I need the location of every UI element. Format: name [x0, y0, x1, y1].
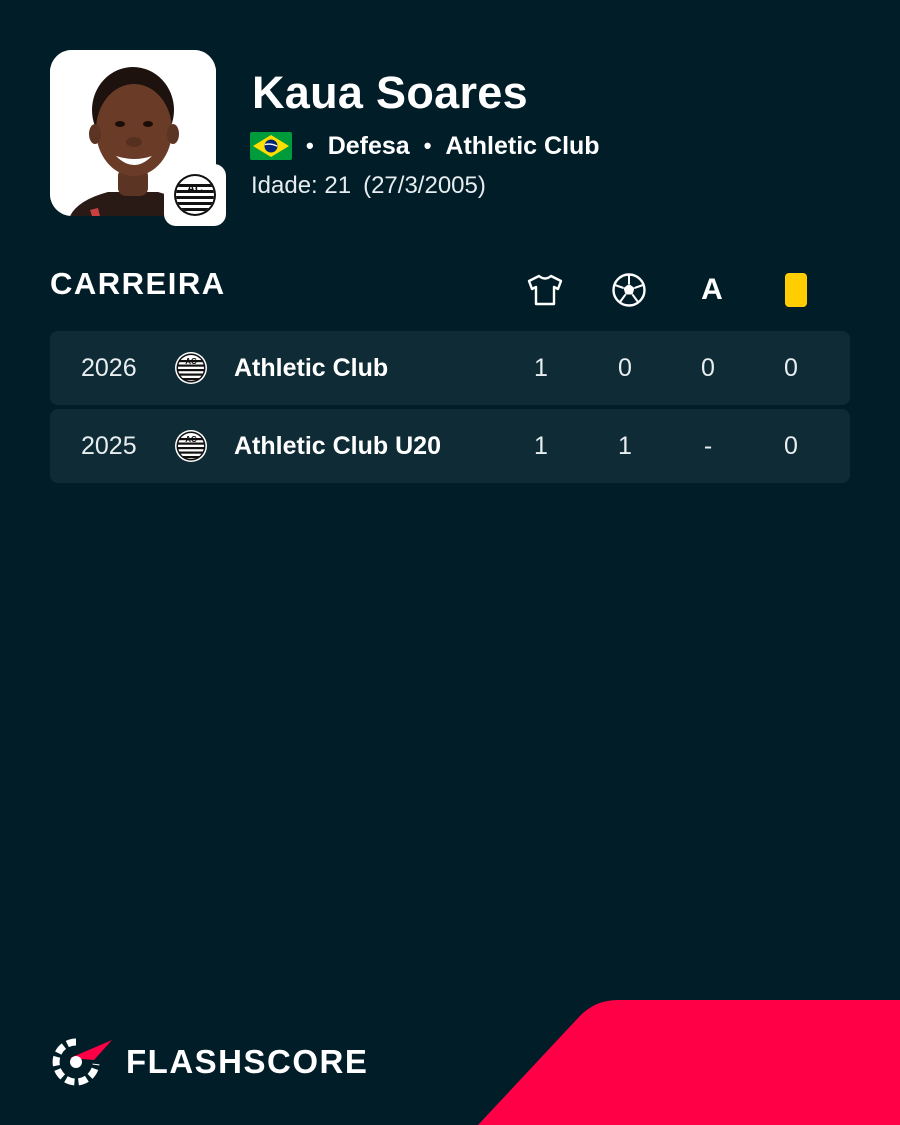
separator-dot: • [423, 133, 432, 158]
separator-dot: • [306, 133, 314, 158]
athletic-club-logo-icon: AC [175, 430, 207, 462]
column-goals [607, 268, 651, 312]
flashscore-logo-icon [52, 1038, 112, 1086]
column-yellow-cards [774, 268, 818, 312]
row-goals: 0 [618, 354, 632, 382]
accent-shape [478, 1000, 900, 1125]
row-year: 2025 [81, 432, 137, 460]
row-assists: - [703, 432, 713, 460]
club-badge: AC [164, 164, 226, 226]
column-assists: A [701, 273, 723, 306]
row-yellow-cards: 0 [784, 432, 798, 460]
player-meta: • Defesa • Athletic Club [250, 128, 600, 164]
column-appearances [523, 268, 567, 312]
player-position: Defesa [327, 131, 410, 160]
athletic-club-logo-icon: AC [174, 174, 216, 216]
player-club: Athletic Club [445, 131, 600, 160]
player-name: Kaua Soares [252, 67, 528, 118]
flashscore-brand: FLASHSCORE [50, 1038, 368, 1086]
age-label: Idade: 21 [251, 172, 352, 199]
ball-icon [612, 273, 646, 307]
row-appearances: 1 [534, 354, 548, 382]
row-yellow-cards: 0 [784, 354, 798, 382]
row-year: 2026 [81, 354, 137, 382]
player-age: Idade: 21 (27/3/2005) [251, 170, 486, 202]
row-goals: 1 [618, 432, 632, 460]
brazil-flag-icon [250, 132, 292, 160]
row-appearances: 1 [534, 432, 548, 460]
row-team: Athletic Club U20 [234, 432, 441, 460]
jersey-icon [527, 274, 563, 306]
svg-text:AC: AC [185, 357, 197, 366]
career-title: CARREIRA [50, 266, 226, 301]
row-team: Athletic Club [234, 354, 389, 382]
career-row[interactable]: 2025 AC Athletic Club U20 1 1 - 0 [50, 409, 850, 483]
athletic-club-logo-icon: AC [175, 352, 207, 384]
birth-date: (27/3/2005) [363, 172, 486, 199]
yellow-card-icon [785, 273, 807, 307]
svg-text:AC: AC [187, 183, 203, 195]
row-assists: 0 [701, 354, 715, 382]
career-row[interactable]: 2026 AC Athletic Club 1 0 0 0 [50, 331, 850, 405]
brand-name: FLASHSCORE [126, 1043, 369, 1080]
svg-text:AC: AC [185, 435, 197, 444]
